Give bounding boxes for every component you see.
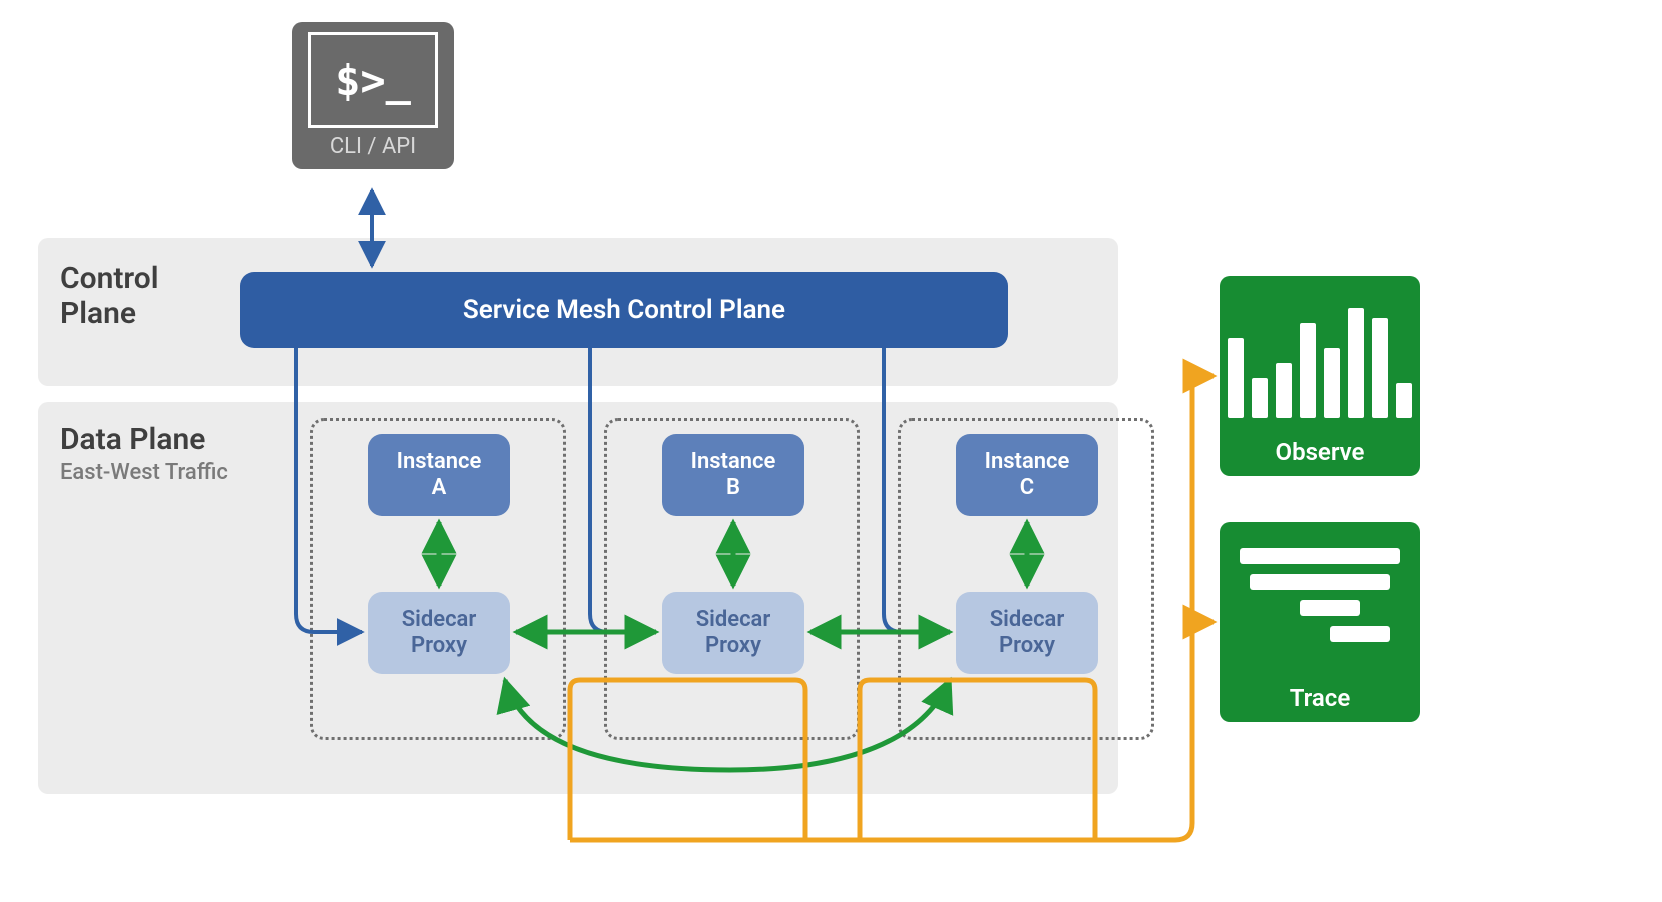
trace-box: Trace bbox=[1220, 522, 1420, 722]
instance-a: InstanceA bbox=[368, 434, 510, 516]
terminal-icon: $>_ bbox=[308, 32, 438, 128]
cli-api-box: $>_ CLI / API bbox=[292, 22, 454, 169]
trace-icon bbox=[1240, 548, 1400, 642]
observe-label: Observe bbox=[1276, 438, 1365, 466]
observe-box: Observe bbox=[1220, 276, 1420, 476]
data-plane-subtitle: East-West Traffic bbox=[60, 460, 228, 485]
cli-prompt: $>_ bbox=[335, 56, 411, 105]
smcp-bar-text: Service Mesh Control Plane bbox=[463, 295, 785, 325]
control-plane-title-text: ControlPlane bbox=[60, 261, 159, 331]
bar-chart-icon bbox=[1228, 298, 1412, 418]
data-plane-title-text: Data Plane bbox=[60, 422, 205, 457]
sidecar-proxy-a: SidecarProxy bbox=[368, 592, 510, 674]
data-plane-title: Data Plane bbox=[60, 422, 205, 457]
service-mesh-diagram: ControlPlane Service Mesh Control Plane … bbox=[0, 0, 1662, 902]
instance-c: InstanceC bbox=[956, 434, 1098, 516]
sidecar-proxy-c: SidecarProxy bbox=[956, 592, 1098, 674]
sidecar-proxy-b: SidecarProxy bbox=[662, 592, 804, 674]
service-mesh-control-plane-bar: Service Mesh Control Plane bbox=[240, 272, 1008, 348]
data-plane-subtitle-text: East-West Traffic bbox=[60, 460, 228, 485]
instance-b: InstanceB bbox=[662, 434, 804, 516]
trace-label: Trace bbox=[1290, 684, 1351, 712]
control-plane-title: ControlPlane bbox=[60, 262, 159, 331]
cli-api-label: CLI / API bbox=[330, 134, 416, 159]
